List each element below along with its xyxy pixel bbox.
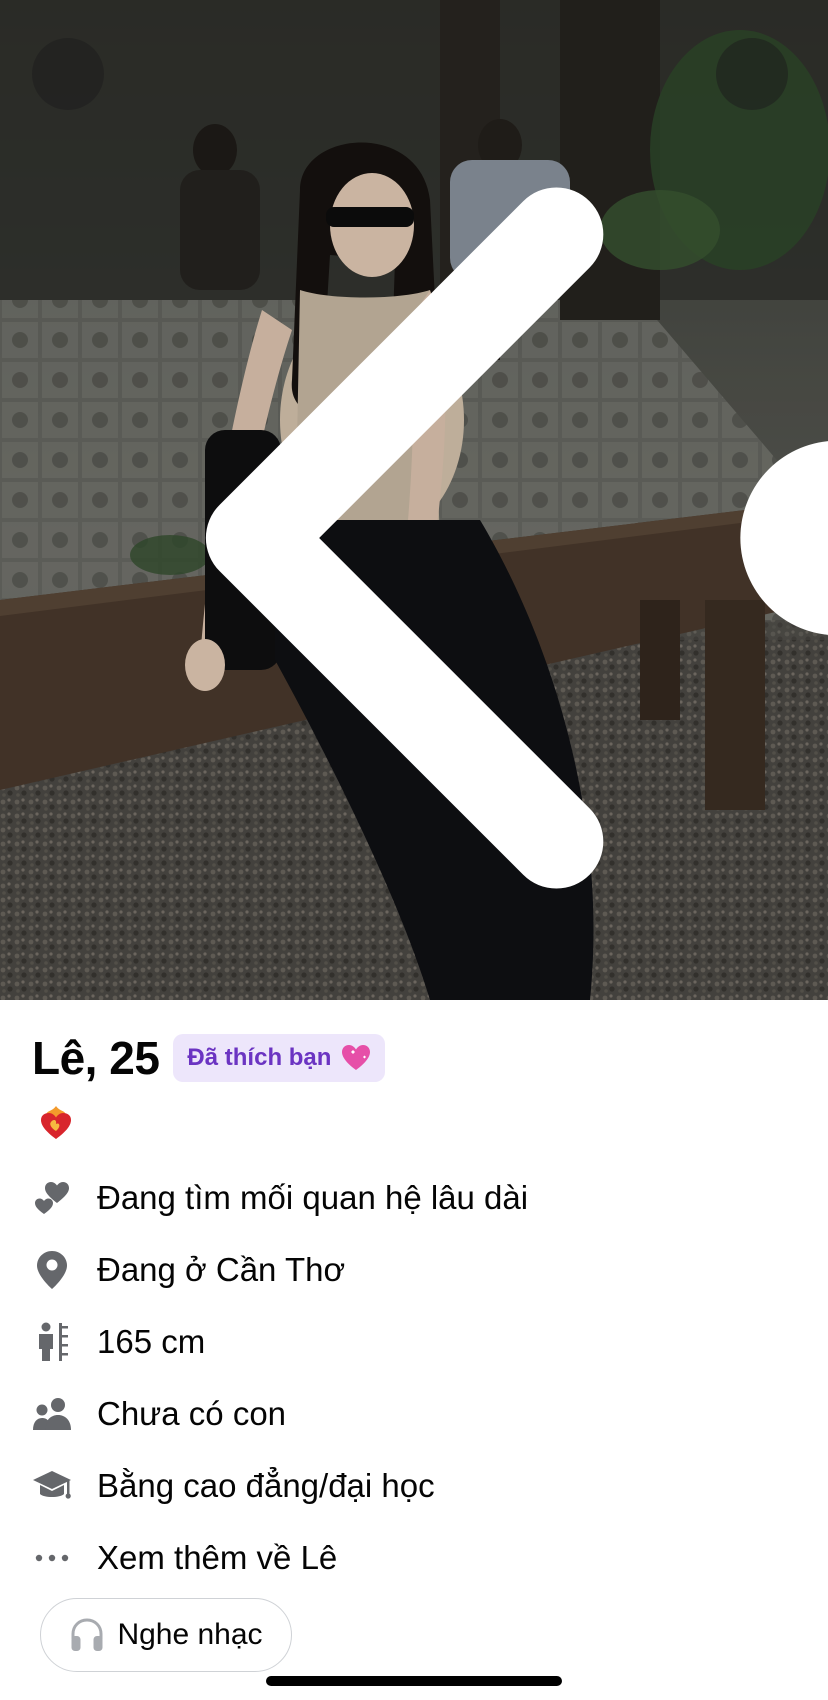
more-options-button[interactable] (716, 38, 828, 635)
graduation-cap-icon (32, 1466, 72, 1506)
sparkling-heart-icon (341, 1044, 371, 1072)
detail-location: Đang ở Cần Thơ (32, 1234, 792, 1306)
see-more-link[interactable]: Xem thêm về Lê (32, 1522, 792, 1594)
back-button[interactable] (32, 38, 604, 889)
profile-details-list: Đang tìm mối quan hệ lâu dài Đang ở Cần … (32, 1162, 792, 1594)
more-dots-icon (32, 1538, 72, 1578)
listen-music-label: Nghe nhạc (117, 1618, 263, 1651)
detail-text: 165 cm (97, 1323, 206, 1360)
listen-music-button[interactable]: Nghe nhạc (40, 1598, 292, 1672)
profile-photo[interactable] (0, 0, 828, 1000)
profile-name-age: Lê, 25 (32, 1032, 160, 1084)
profile-header: Lê, 25 Đã thích bạn (32, 1030, 386, 1086)
detail-text: Đang ở Cần Thơ (97, 1251, 346, 1288)
detail-text: Chưa có con (97, 1395, 287, 1432)
detail-height: 165 cm (32, 1306, 792, 1378)
liked-you-badge: Đã thích bạn (173, 1034, 386, 1082)
children-icon (32, 1394, 72, 1434)
detail-relationship-goal: Đang tìm mối quan hệ lâu dài (32, 1162, 792, 1234)
hearts-icon (32, 1178, 72, 1218)
heart-on-fire-icon (36, 1102, 76, 1142)
detail-text: Bằng cao đẳng/đại học (97, 1467, 435, 1504)
detail-education: Bằng cao đẳng/đại học (32, 1450, 792, 1522)
home-indicator (266, 1676, 562, 1686)
chevron-left-icon (205, 187, 604, 889)
detail-text[interactable]: Xem thêm về Lê (97, 1539, 337, 1577)
headphones-icon (69, 1617, 105, 1653)
detail-text: Đang tìm mối quan hệ lâu dài (97, 1179, 529, 1216)
location-pin-icon (32, 1250, 72, 1290)
detail-children: Chưa có con (32, 1378, 792, 1450)
liked-you-label: Đã thích bạn (187, 1044, 332, 1071)
height-icon (32, 1322, 72, 1362)
more-horizontal-icon (740, 441, 828, 635)
